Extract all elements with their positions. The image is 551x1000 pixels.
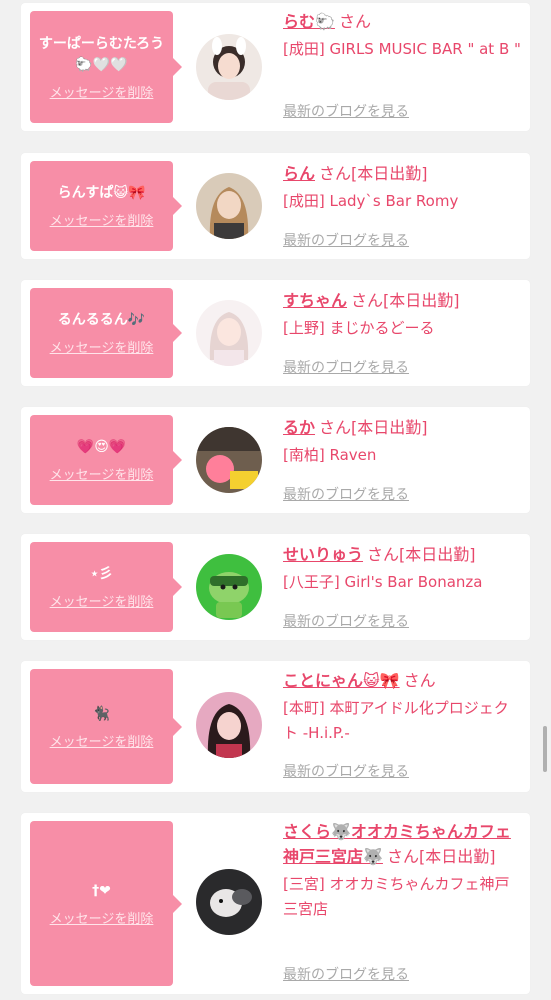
scrollbar[interactable] bbox=[543, 726, 547, 772]
avatar[interactable] bbox=[196, 427, 262, 493]
message-card: 💗😍💗 メッセージを削除 るか さん[本日出勤] [南柏] Raven 最新のブロ… bbox=[21, 407, 530, 513]
avatar[interactable] bbox=[196, 869, 262, 935]
delete-message-link[interactable]: メッセージを削除 bbox=[50, 210, 154, 229]
delete-message-link[interactable]: メッセージを削除 bbox=[50, 337, 154, 356]
message-text: るんるるん🎶 bbox=[57, 312, 146, 328]
message-text: らんすぱ😺🎀 bbox=[57, 185, 146, 201]
status-text: [本日出勤] bbox=[399, 545, 476, 564]
san-suffix: さん bbox=[367, 545, 400, 564]
san-suffix: さん bbox=[403, 671, 436, 690]
message-text: 💗😍💗 bbox=[76, 439, 127, 455]
message-bubble: るんるるん🎶 メッセージを削除 bbox=[30, 288, 182, 378]
latest-blog-link[interactable]: 最新のブログを見る bbox=[283, 101, 409, 121]
latest-blog-link[interactable]: 最新のブログを見る bbox=[283, 484, 409, 504]
message-card: 🐈‍⬛ メッセージを削除 ことにゃん😺🎀 さん [本町] 本町アイドル化プロジェク… bbox=[21, 661, 530, 792]
cast-name-link[interactable]: らむ🐑 bbox=[283, 12, 335, 31]
shop-name: [南柏] Raven bbox=[283, 446, 377, 464]
san-suffix: さん bbox=[386, 847, 419, 866]
cast-name-link[interactable]: るか bbox=[283, 418, 315, 437]
cast-name-link[interactable]: ことにゃん😺🎀 bbox=[283, 671, 400, 690]
delete-message-link[interactable]: メッセージを削除 bbox=[50, 464, 154, 483]
san-suffix: さん bbox=[351, 291, 384, 310]
avatar[interactable] bbox=[196, 300, 262, 366]
latest-blog-link[interactable]: 最新のブログを見る bbox=[283, 761, 409, 781]
latest-blog-link[interactable]: 最新のブログを見る bbox=[283, 357, 409, 377]
delete-message-link[interactable]: メッセージを削除 bbox=[50, 731, 154, 750]
item-info: るか さん[本日出勤] [南柏] Raven bbox=[283, 415, 523, 468]
message-text: すーぱーらむたろう🐑🤍🤍 bbox=[38, 35, 165, 73]
latest-blog-link[interactable]: 最新のブログを見る bbox=[283, 611, 409, 631]
cast-name-link[interactable]: すちゃん bbox=[283, 291, 347, 310]
message-text: 🐈‍⬛ bbox=[92, 705, 111, 722]
message-bubble: ⋆彡 メッセージを削除 bbox=[30, 542, 182, 632]
shop-name: [本町] 本町アイドル化プロジェクト -H.i.P.- bbox=[283, 699, 509, 742]
status-text: [本日出勤] bbox=[351, 164, 428, 183]
status-text: [本日出勤] bbox=[418, 847, 496, 866]
message-text: †❤ bbox=[92, 882, 111, 899]
message-bubble: †❤ メッセージを削除 bbox=[30, 821, 182, 986]
item-info: ことにゃん😺🎀 さん [本町] 本町アイドル化プロジェクト -H.i.P.- bbox=[283, 668, 523, 746]
cast-name-link[interactable]: らん bbox=[283, 164, 315, 183]
message-text: ⋆彡 bbox=[90, 566, 113, 582]
message-card: るんるるん🎶 メッセージを削除 すちゃん さん[本日出勤] [上野] まじかるどー… bbox=[21, 280, 530, 386]
san-suffix: さん bbox=[319, 418, 352, 437]
status-text: [本日出勤] bbox=[351, 418, 428, 437]
message-bubble: 🐈‍⬛ メッセージを削除 bbox=[30, 669, 182, 784]
item-info: らむ🐑 さん [成田] GIRLS MUSIC BAR " at B " bbox=[283, 9, 523, 62]
message-card: らんすぱ😺🎀 メッセージを削除 らん さん[本日出勤] [成田] Lady`s B… bbox=[21, 153, 530, 259]
shop-name: [八王子] Girl's Bar Bonanza bbox=[283, 573, 483, 591]
message-bubble: らんすぱ😺🎀 メッセージを削除 bbox=[30, 161, 182, 251]
latest-blog-link[interactable]: 最新のブログを見る bbox=[283, 230, 409, 250]
item-info: せいりゅう さん[本日出勤] [八王子] Girl's Bar Bonanza bbox=[283, 542, 523, 595]
message-bubble: 💗😍💗 メッセージを削除 bbox=[30, 415, 182, 505]
avatar[interactable] bbox=[196, 692, 262, 758]
status-text: [本日出勤] bbox=[383, 291, 460, 310]
item-info: すちゃん さん[本日出勤] [上野] まじかるどーる bbox=[283, 288, 523, 341]
delete-message-link[interactable]: メッセージを削除 bbox=[50, 82, 154, 101]
shop-name: [三宮] オオカミちゃんカフェ神戸三宮店 bbox=[283, 875, 510, 918]
san-suffix: さん bbox=[319, 164, 352, 183]
message-card: すーぱーらむたろう🐑🤍🤍 メッセージを削除 らむ🐑 さん [成田] GIRLS M… bbox=[21, 3, 530, 131]
message-card: †❤ メッセージを削除 さくら🐺オオカミちゃんカフェ神戸三宮店🐺 さん[本日出勤]… bbox=[21, 813, 530, 994]
latest-blog-link[interactable]: 最新のブログを見る bbox=[283, 964, 409, 984]
item-info: らん さん[本日出勤] [成田] Lady`s Bar Romy bbox=[283, 161, 523, 214]
delete-message-link[interactable]: メッセージを削除 bbox=[50, 591, 154, 610]
message-bubble: すーぱーらむたろう🐑🤍🤍 メッセージを削除 bbox=[30, 11, 182, 123]
message-card: ⋆彡 メッセージを削除 せいりゅう さん[本日出勤] [八王子] Girl's B… bbox=[21, 534, 530, 640]
delete-message-link[interactable]: メッセージを削除 bbox=[50, 908, 154, 927]
item-info: さくら🐺オオカミちゃんカフェ神戸三宮店🐺 さん[本日出勤] [三宮] オオカミちゃ… bbox=[283, 819, 523, 922]
cast-name-link[interactable]: せいりゅう bbox=[283, 545, 363, 564]
shop-name: [上野] まじかるどーる bbox=[283, 319, 435, 337]
avatar[interactable] bbox=[196, 34, 262, 100]
shop-name: [成田] GIRLS MUSIC BAR " at B " bbox=[283, 40, 521, 58]
avatar[interactable] bbox=[196, 173, 262, 239]
avatar[interactable] bbox=[196, 554, 262, 620]
san-suffix: さん bbox=[338, 12, 371, 31]
shop-name: [成田] Lady`s Bar Romy bbox=[283, 192, 459, 210]
